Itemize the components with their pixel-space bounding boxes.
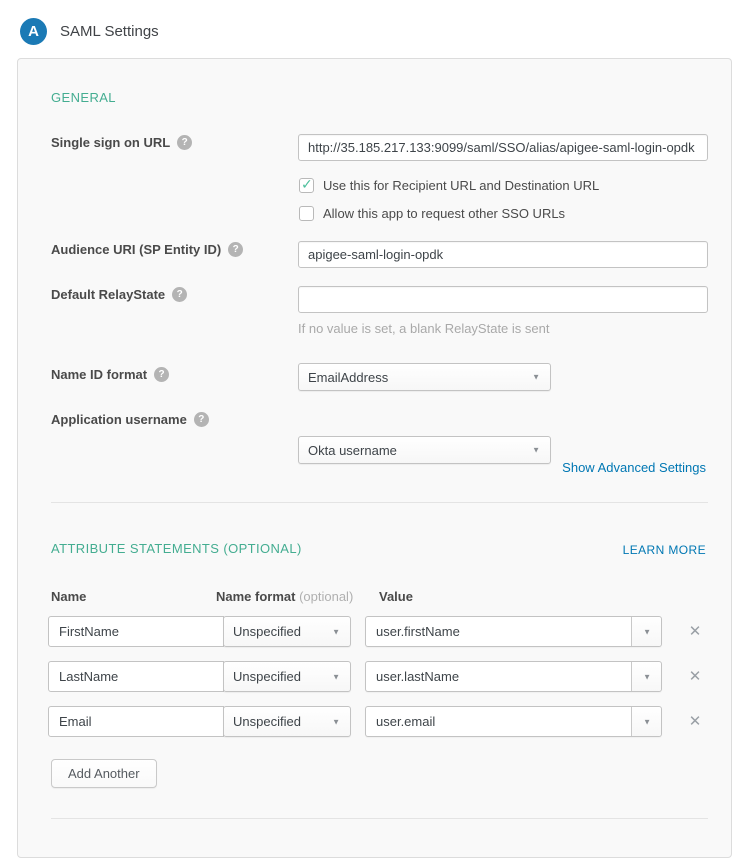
- attribute-rows: Unspecified Unspecified: [48, 616, 731, 751]
- help-icon[interactable]: [194, 412, 209, 427]
- attribute-name-format-select[interactable]: Unspecified: [223, 661, 351, 692]
- attribute-value-input[interactable]: [366, 707, 631, 736]
- application-username-label: Application username: [51, 412, 209, 427]
- help-icon[interactable]: [228, 242, 243, 257]
- chevron-down-icon: [532, 446, 540, 455]
- column-header-name-format: Name format (optional): [216, 589, 353, 604]
- attribute-row: Unspecified: [48, 616, 731, 647]
- chevron-down-icon: [332, 717, 340, 726]
- attribute-name-format-select[interactable]: Unspecified: [223, 706, 351, 737]
- attribute-value-input[interactable]: [366, 662, 631, 691]
- attribute-statements-section-title: ATTRIBUTE STATEMENTS (OPTIONAL): [51, 541, 302, 556]
- other-sso-checkbox-label: Allow this app to request other SSO URLs: [323, 206, 565, 221]
- audience-uri-input[interactable]: [298, 241, 708, 268]
- add-another-button[interactable]: Add Another: [51, 759, 157, 788]
- attribute-value-combo: [365, 706, 662, 737]
- relay-state-input[interactable]: [298, 286, 708, 313]
- help-icon[interactable]: [172, 287, 187, 302]
- section-divider: [51, 502, 708, 503]
- chevron-down-icon: [532, 373, 540, 382]
- attribute-value-input[interactable]: [366, 617, 631, 646]
- column-header-value: Value: [379, 589, 413, 604]
- saml-settings-header: A SAML Settings: [20, 18, 159, 45]
- remove-attribute-button[interactable]: [685, 621, 705, 641]
- chevron-down-icon: [643, 717, 651, 726]
- other-sso-checkbox[interactable]: [299, 206, 314, 221]
- remove-attribute-button[interactable]: [685, 711, 705, 731]
- application-username-select[interactable]: Okta username: [298, 436, 551, 464]
- column-header-name: Name: [51, 589, 86, 604]
- attribute-name-input[interactable]: [48, 616, 224, 647]
- help-icon[interactable]: [154, 367, 169, 382]
- attribute-row: Unspecified: [48, 706, 731, 737]
- saml-settings-panel: GENERAL Single sign on URL Use this for …: [17, 58, 732, 858]
- name-id-format-label: Name ID format: [51, 367, 169, 382]
- relay-state-label: Default RelayState: [51, 287, 187, 302]
- name-id-format-select[interactable]: EmailAddress: [298, 363, 551, 391]
- attribute-value-combo: [365, 661, 662, 692]
- attribute-value-dropdown-button[interactable]: [631, 707, 661, 736]
- attribute-value-dropdown-button[interactable]: [631, 617, 661, 646]
- bottom-divider: [51, 818, 708, 819]
- recipient-url-checkbox-row: Use this for Recipient URL and Destinati…: [299, 178, 599, 193]
- learn-more-link[interactable]: LEARN MORE: [623, 543, 706, 557]
- attribute-row: Unspecified: [48, 661, 731, 692]
- general-section-title: GENERAL: [51, 90, 116, 105]
- relay-state-helper-text: If no value is set, a blank RelayState i…: [298, 321, 549, 336]
- attribute-name-input[interactable]: [48, 661, 224, 692]
- help-icon[interactable]: [177, 135, 192, 150]
- chevron-down-icon: [332, 672, 340, 681]
- recipient-url-checkbox-label: Use this for Recipient URL and Destinati…: [323, 178, 599, 193]
- audience-uri-label: Audience URI (SP Entity ID): [51, 242, 243, 257]
- recipient-url-checkbox[interactable]: [299, 178, 314, 193]
- remove-attribute-button[interactable]: [685, 666, 705, 686]
- chevron-down-icon: [643, 627, 651, 636]
- attribute-value-combo: [365, 616, 662, 647]
- page-title: SAML Settings: [60, 23, 159, 40]
- step-a-badge: A: [20, 18, 47, 45]
- attribute-name-input[interactable]: [48, 706, 224, 737]
- sso-url-label: Single sign on URL: [51, 135, 192, 150]
- other-sso-checkbox-row: Allow this app to request other SSO URLs: [299, 206, 565, 221]
- chevron-down-icon: [643, 672, 651, 681]
- attribute-value-dropdown-button[interactable]: [631, 662, 661, 691]
- chevron-down-icon: [332, 627, 340, 636]
- sso-url-input[interactable]: [298, 134, 708, 161]
- attribute-name-format-select[interactable]: Unspecified: [223, 616, 351, 647]
- show-advanced-settings-link[interactable]: Show Advanced Settings: [562, 460, 706, 475]
